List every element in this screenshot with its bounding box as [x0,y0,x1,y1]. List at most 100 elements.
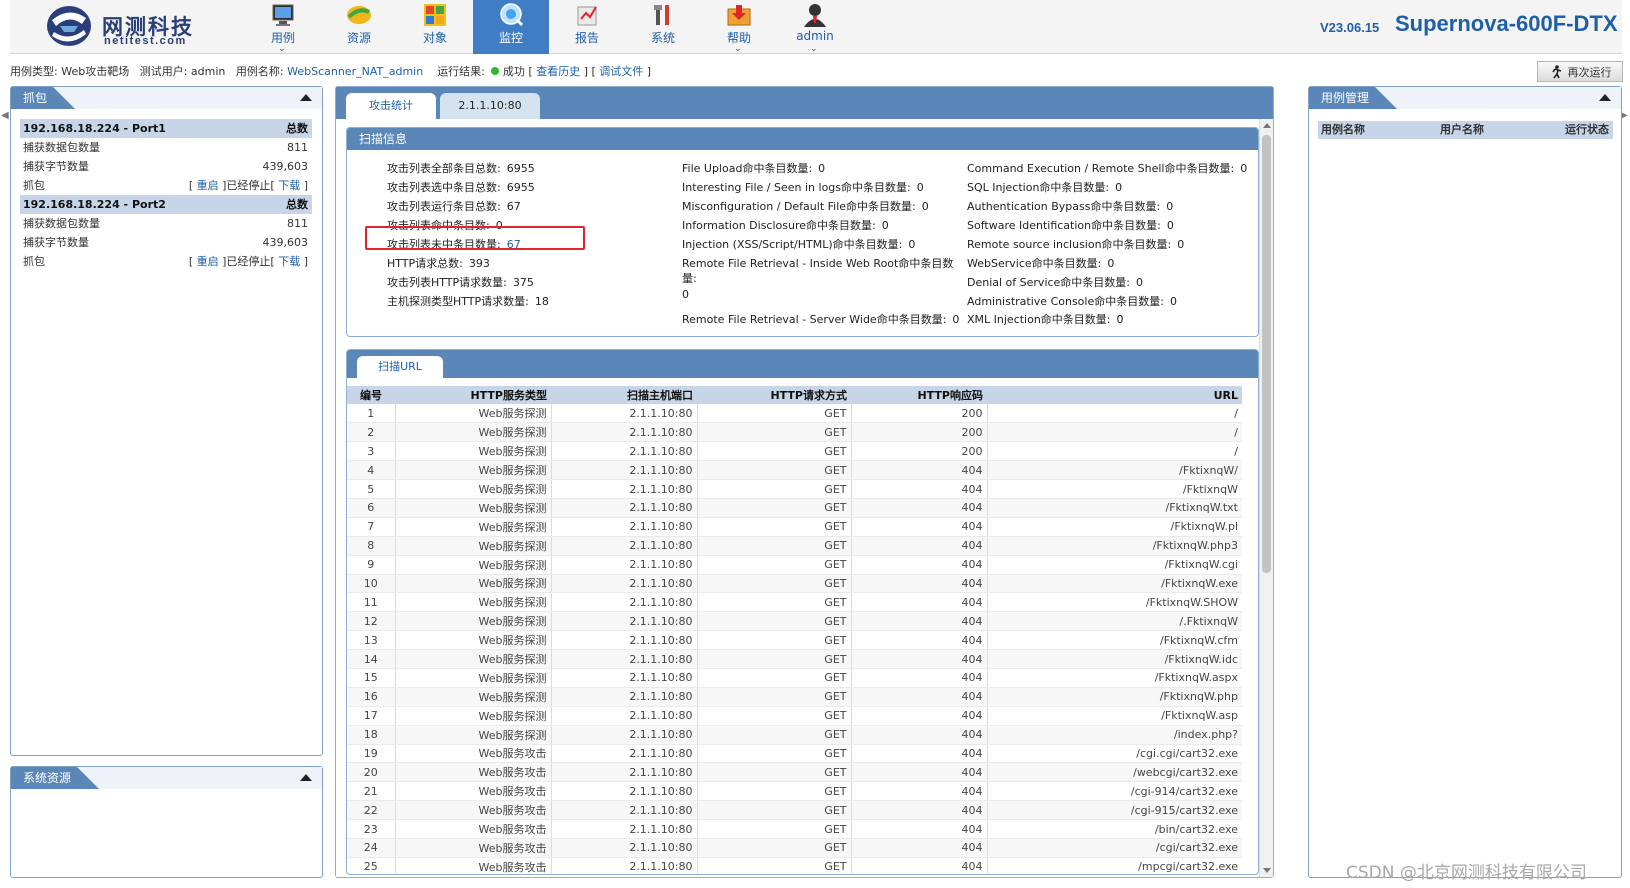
stat-value: 0 [1177,238,1185,251]
tab-scan-url[interactable]: 扫描URL [357,356,443,378]
nav-item-admin[interactable]: admin ⌄ [777,0,853,54]
column-header[interactable]: HTTP服务类型 [395,386,551,404]
brand-logo[interactable]: 网测科技 netitest.com [44,2,204,52]
download-link[interactable]: 下载 [278,179,300,192]
table-row[interactable]: 21 Web服务攻击 2.1.1.10:80 GET 404/cgi-914/cart3… [347,781,1242,802]
stat-value: 6955 [506,162,535,175]
http-method: GET [696,555,851,575]
table-row[interactable]: 1 Web服务探测 2.1.1.10:80 GET 200/ [347,404,1242,424]
stat-value: 0 [1107,257,1115,270]
nav-item-monitor[interactable]: 监控 [473,0,549,54]
table-row[interactable]: 22 Web服务攻击 2.1.1.10:80 GET 404/cgi-915/cart3… [347,800,1242,821]
nav-item-object[interactable]: 对象 [397,0,473,54]
stat-item: 攻击列表全部条目总数: 6955 [387,160,535,176]
column-header[interactable]: 用例名称 [1321,121,1365,139]
http-service-type: Web服务攻击 [394,819,551,839]
resource-icon [347,6,371,24]
table-row[interactable]: 2 Web服务探测 2.1.1.10:80 GET 200/ [347,422,1242,443]
case-table-header: 用例名称 用户名称 运行状态 [1318,121,1613,139]
table-row[interactable]: 4 Web服务探测 2.1.1.10:80 GET 404/FktixnqW/ [347,460,1242,481]
table-row[interactable]: 24 Web服务攻击 2.1.1.10:80 GET 404/cgi/cart32.ex… [347,838,1242,858]
table-row[interactable]: 25 Web服务攻击 2.1.1.10:80 GET 404/mpcgi/cart32.… [347,857,1242,874]
http-service-type: Web服务攻击 [394,762,551,783]
restart-link[interactable]: 重启 [197,179,219,192]
scan-host-port: 2.1.1.10:80 [550,781,697,802]
scan-host-port: 2.1.1.10:80 [550,404,697,424]
nav-item-report[interactable]: 报告 [549,0,625,54]
capture-control-row: 抓包 [ 重启 ]已经停止[ 下载 ] [20,252,312,271]
left-edge-arrow-icon[interactable]: ◀ [1,110,9,121]
scroll-down-icon[interactable] [1263,868,1271,873]
table-row[interactable]: 12 Web服务探测 2.1.1.10:80 GET 404/.FktixnqW [347,611,1242,632]
http-method: GET [696,800,851,821]
row-number: 14 [347,649,395,669]
table-row[interactable]: 9 Web服务探测 2.1.1.10:80 GET 404/FktixnqW.cgi [347,555,1242,575]
collapse-up-icon[interactable] [300,94,312,101]
http-method: GET [696,744,851,764]
collapse-up-icon[interactable] [1599,94,1611,101]
rerun-button[interactable]: 再次运行 [1537,61,1623,82]
table-row[interactable]: 10 Web服务探测 2.1.1.10:80 GET 404/FktixnqW.exe [347,574,1242,594]
table-row[interactable]: 19 Web服务攻击 2.1.1.10:80 GET 404/cgi.cgi/cart3… [347,744,1242,764]
collapse-up-icon[interactable] [300,774,312,781]
column-header[interactable]: 用户名称 [1440,121,1484,139]
http-service-type: Web服务攻击 [394,838,551,858]
table-row[interactable]: 20 Web服务攻击 2.1.1.10:80 GET 404/webcgi/cart32… [347,762,1242,783]
nav-label: 系统 [650,31,675,45]
vertical-scrollbar[interactable] [1259,119,1273,877]
table-row[interactable]: 6 Web服务探测 2.1.1.10:80 GET 404/FktixnqW.txt [347,498,1242,518]
tab-attack-stats[interactable]: 攻击统计 [346,93,436,119]
column-header[interactable]: HTTP请求方式 [697,386,851,404]
table-row[interactable]: 15 Web服务探测 2.1.1.10:80 GET 404/FktixnqW.aspx [347,668,1242,688]
restart-link[interactable]: 重启 [197,255,219,268]
table-row[interactable]: 13 Web服务探测 2.1.1.10:80 GET 404/FktixnqW.cfm [347,630,1242,651]
url-path: /FktixnqW.cgi [986,555,1242,575]
row-number: 20 [347,762,395,783]
scrollbar-thumb[interactable] [1262,135,1271,573]
table-row[interactable]: 3 Web服务探测 2.1.1.10:80 GET 200/ [347,441,1242,462]
column-header[interactable]: 编号 [347,386,395,404]
table-row[interactable]: 23 Web服务攻击 2.1.1.10:80 GET 404/bin/cart32.ex… [347,819,1242,839]
column-header[interactable]: URL [987,386,1242,404]
http-service-type: Web服务攻击 [394,800,551,821]
nav-item-case[interactable]: 用例 ⌄ [245,0,321,54]
table-row[interactable]: 11 Web服务探测 2.1.1.10:80 GET 404/FktixnqW.SHOW [347,592,1242,613]
url-path: /FktixnqW.cfm [986,630,1242,651]
url-path: /FktixnqW.php3 [986,536,1242,556]
table-row[interactable]: 8 Web服务探测 2.1.1.10:80 GET 404/FktixnqW.php3 [347,536,1242,556]
row-number: 10 [347,574,395,594]
row-number: 2 [347,422,395,443]
nav-item-help[interactable]: 帮助 ⌄ [701,0,777,54]
download-link[interactable]: 下载 [278,255,300,268]
table-row[interactable]: 17 Web服务探测 2.1.1.10:80 GET 404/FktixnqW.asp [347,706,1242,726]
http-service-type: Web服务探测 [394,668,551,688]
table-row[interactable]: 18 Web服务探测 2.1.1.10:80 GET 404/index.php? [347,725,1242,745]
debug-file-link[interactable]: 调试文件 [599,65,643,78]
help-icon [727,5,751,26]
nav-label: admin [796,29,834,43]
stat-item: 主机探测类型HTTP请求数量: 18 [387,293,549,309]
http-status-code: 404 [850,479,987,499]
http-service-type: Web服务探测 [394,706,551,726]
http-status-code: 404 [850,838,987,858]
main-tab-bar: 攻击统计 2.1.1.10:80 [336,87,1273,119]
view-history-link[interactable]: 查看历史 [536,65,580,78]
url-path: /FktixnqW/ [986,460,1242,481]
chevron-down-icon: ⌄ [810,43,818,53]
tab-host[interactable]: 2.1.1.10:80 [440,93,540,119]
table-row[interactable]: 7 Web服务探测 2.1.1.10:80 GET 404/FktixnqW.pl [347,517,1242,537]
http-method: GET [696,668,851,688]
column-header[interactable]: 运行状态 [1565,121,1609,139]
scan-host-port: 2.1.1.10:80 [550,422,697,443]
http-status-code: 404 [850,611,987,632]
scroll-up-icon[interactable] [1263,123,1271,128]
case-name-link[interactable]: WebScanner_NAT_admin [287,65,423,78]
nav-item-resource[interactable]: 资源 [321,0,397,54]
http-service-type: Web服务探测 [394,479,551,499]
table-row[interactable]: 16 Web服务探测 2.1.1.10:80 GET 404/FktixnqW.php [347,687,1242,707]
column-header[interactable]: HTTP响应码 [851,386,987,404]
table-row[interactable]: 5 Web服务探测 2.1.1.10:80 GET 404/FktixnqW [347,479,1242,499]
column-header[interactable]: 扫描主机端口 [551,386,697,404]
nav-item-system[interactable]: 系统 [625,0,701,54]
table-row[interactable]: 14 Web服务探测 2.1.1.10:80 GET 404/FktixnqW.idc [347,649,1242,669]
